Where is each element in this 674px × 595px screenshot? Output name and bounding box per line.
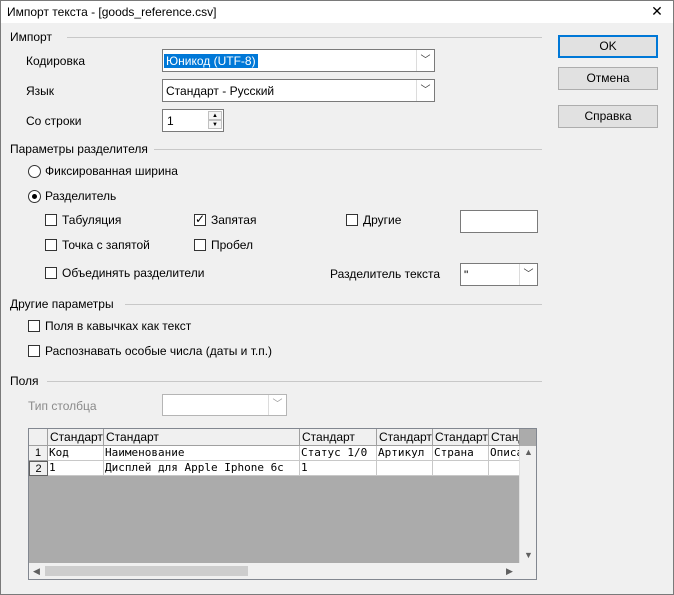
table-cell[interactable]: 1 [300,461,377,476]
preview-grid[interactable]: Стандарт Стандарт Стандарт Стандарт Стан… [28,428,537,580]
space-label[interactable]: Пробел [211,238,253,252]
encoding-select[interactable]: Юникод (UTF-8) ﹀ [162,49,435,72]
scroll-right-icon[interactable]: ▶ [506,566,513,577]
column-header[interactable]: Стандарт [433,429,489,446]
corner-header [29,429,48,446]
from-row-spinbox[interactable]: 1 ▲ ▼ [162,109,224,132]
language-value: Стандарт - Русский [166,84,275,98]
column-header[interactable]: Стандарт [300,429,377,446]
column-header[interactable]: Стандарт [48,429,104,446]
text-delimiter-select[interactable]: " ﹀ [460,263,538,286]
detect-special-numbers-checkbox[interactable] [28,345,40,357]
divider [154,149,542,150]
merge-delimiters-label[interactable]: Объединять разделители [62,266,204,280]
separated-label[interactable]: Разделитель [45,189,116,203]
divider [125,304,542,305]
text-delimiter-value: " [464,268,469,282]
tab-label[interactable]: Табуляция [62,213,121,227]
window-title: Импорт текста - [goods_reference.csv] [7,5,217,19]
from-row-value: 1 [167,114,174,128]
scroll-left-icon[interactable]: ◀ [33,566,40,577]
encoding-label: Кодировка [26,54,86,68]
quoted-as-text-checkbox[interactable] [28,320,40,332]
horizontal-scrollbar[interactable]: ◀ ▶ [29,563,536,579]
spin-down-icon[interactable]: ▼ [208,120,222,129]
text-delimiter-label: Разделитель текста [330,267,441,281]
table-cell[interactable]: Статус 1/0 [300,446,377,461]
table-cell[interactable] [377,461,433,476]
language-select[interactable]: Стандарт - Русский ﹀ [162,79,435,102]
column-type-select[interactable]: ﹀ [162,394,287,416]
row-header[interactable]: 1 [29,446,48,461]
ok-button[interactable]: OK [558,35,658,58]
section-fields: Поля [10,374,39,388]
chevron-down-icon[interactable]: ﹀ [268,395,286,415]
table-cell[interactable]: Дисплей для Apple Iphone 6c [104,461,300,476]
fixed-width-label[interactable]: Фиксированная ширина [45,164,178,178]
space-checkbox[interactable] [194,239,206,251]
scroll-down-icon[interactable]: ▼ [524,550,533,560]
chevron-down-icon[interactable]: ﹀ [416,80,434,101]
fixed-width-radio[interactable] [28,165,41,178]
column-header[interactable]: Стандарт [377,429,433,446]
table-cell[interactable]: Наименование [104,446,300,461]
section-separator: Параметры разделителя [10,142,148,156]
semicolon-label[interactable]: Точка с запятой [62,238,150,252]
column-header[interactable]: Стандарт [104,429,300,446]
table-cell[interactable]: 1 [48,461,104,476]
column-type-label: Тип столбца [28,399,97,413]
table-cell[interactable] [433,461,489,476]
cancel-button[interactable]: Отмена [558,67,658,90]
detect-special-numbers-label[interactable]: Распознавать особые числа (даты и т.п.) [45,344,272,358]
divider [67,37,542,38]
divider [47,381,542,382]
tab-checkbox[interactable] [45,214,57,226]
section-import: Импорт [10,30,52,44]
scroll-up-icon[interactable]: ▲ [524,447,533,457]
language-label: Язык [26,84,55,98]
chevron-down-icon[interactable]: ﹀ [519,264,537,285]
comma-checkbox[interactable] [194,212,206,226]
vertical-scrollbar[interactable]: ▲ ▼ [519,446,536,564]
encoding-value: Юникод (UTF-8) [164,54,258,68]
table-cell[interactable]: Артикул [377,446,433,461]
separated-radio[interactable] [28,190,41,203]
merge-delimiters-checkbox[interactable] [45,267,57,279]
table-cell[interactable]: Страна [433,446,489,461]
scroll-thumb[interactable] [45,566,248,576]
column-header[interactable]: Станд [489,429,520,446]
help-button[interactable]: Справка [558,105,658,128]
close-icon[interactable]: ✕ [641,1,673,23]
comma-label[interactable]: Запятая [211,213,256,227]
import-text-dialog: Импорт текста - [goods_reference.csv] ✕ … [0,0,674,595]
title-bar: Импорт текста - [goods_reference.csv] ✕ [1,1,673,23]
section-other-options: Другие параметры [10,297,114,311]
other-separator-input[interactable] [460,210,538,233]
other-label[interactable]: Другие [363,213,401,227]
chevron-down-icon[interactable]: ﹀ [416,50,434,71]
row-header[interactable]: 2 [29,461,48,476]
quoted-as-text-label[interactable]: Поля в кавычках как текст [45,319,191,333]
spin-up-icon[interactable]: ▲ [208,111,222,120]
semicolon-checkbox[interactable] [45,239,57,251]
table-cell[interactable]: Код [48,446,104,461]
other-checkbox[interactable] [346,214,358,226]
from-row-label: Со строки [26,114,82,128]
table-cell[interactable] [489,461,520,476]
table-cell[interactable]: Описа [489,446,520,461]
